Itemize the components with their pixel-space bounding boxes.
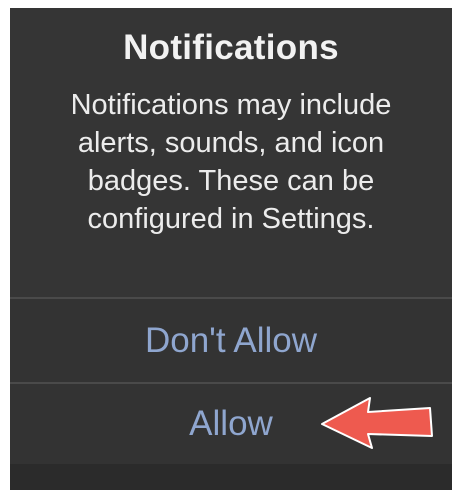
dont-allow-button[interactable]: Don't Allow <box>10 299 452 382</box>
alert-body: Notifications Notifications may include … <box>10 8 452 297</box>
alert-message: Notifications may include alerts, sounds… <box>70 89 392 235</box>
background-strip <box>10 464 452 490</box>
alert-title: Notifications <box>123 28 339 67</box>
red-arrow-icon <box>321 397 433 449</box>
